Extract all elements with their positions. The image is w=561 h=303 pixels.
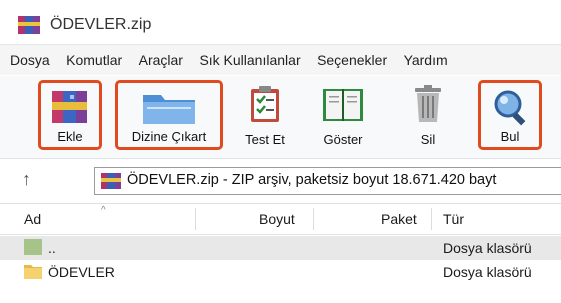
find-button[interactable]: Bul [478, 80, 542, 150]
extract-to-button-label: Dizine Çıkart [131, 129, 207, 144]
menu-item-commands[interactable]: Komutlar [60, 45, 128, 68]
column-divider[interactable] [195, 208, 196, 230]
add-button-label: Ekle [57, 129, 83, 144]
test-button[interactable]: Test Et [235, 80, 295, 150]
column-divider[interactable] [313, 208, 314, 230]
column-divider[interactable] [431, 208, 432, 230]
list-item[interactable]: .. Dosya klasörü [0, 236, 561, 260]
item-name: .. [48, 240, 56, 256]
menu-item-file[interactable]: Dosya [0, 45, 56, 68]
clipboard-check-icon [251, 86, 279, 122]
address-path: ÖDEVLER.zip - ZIP arşiv, paketsiz boyut … [127, 172, 497, 188]
list-item[interactable]: ÖDEVLER Dosya klasörü [0, 260, 561, 284]
magnifier-icon [494, 90, 526, 126]
column-packed[interactable]: Paket [381, 211, 417, 227]
address-field[interactable]: ÖDEVLER.zip - ZIP arşiv, paketsiz boyut … [94, 167, 561, 195]
view-button[interactable]: Göster [305, 80, 381, 150]
item-name: ÖDEVLER [48, 264, 115, 280]
delete-button-label: Sil [420, 132, 436, 147]
menu-bar: Dosya Komutlar Araçlar Sık Kullanılanlar… [0, 45, 561, 75]
extract-to-button[interactable]: Dizine Çıkart [115, 80, 223, 150]
folder-icon [24, 265, 42, 279]
find-button-label: Bul [500, 129, 520, 144]
title-bar: ÖDEVLER.zip [0, 0, 561, 45]
archive-icon [101, 173, 121, 189]
folder-extract-icon [143, 95, 195, 124]
window-title: ÖDEVLER.zip [50, 16, 152, 33]
menu-item-help[interactable]: Yardım [398, 45, 454, 68]
item-type: Dosya klasörü [443, 240, 532, 256]
column-name[interactable]: Ad [24, 211, 41, 227]
sort-caret-icon: ^ [101, 205, 106, 216]
up-arrow-icon[interactable]: ↑ [22, 169, 31, 190]
test-button-label: Test Et [245, 132, 285, 147]
add-archive-icon [52, 91, 87, 123]
column-type[interactable]: Tür [443, 211, 464, 227]
item-type: Dosya klasörü [443, 264, 532, 280]
toolbar: Ekle Dizine Çıkart Test Et Göster Sil Bu… [0, 76, 561, 159]
address-bar: ↑ ÖDEVLER.zip - ZIP arşiv, paketsiz boyu… [0, 159, 561, 204]
winrar-archive-icon [18, 16, 40, 34]
column-size[interactable]: Boyut [259, 211, 295, 227]
menu-item-tools[interactable]: Araçlar [133, 45, 189, 68]
parent-folder-icon [24, 239, 42, 255]
menu-item-favorites[interactable]: Sık Kullanılanlar [193, 45, 306, 68]
add-button[interactable]: Ekle [38, 80, 102, 150]
view-button-label: Göster [323, 132, 363, 147]
menu-item-options[interactable]: Seçenekler [311, 45, 393, 68]
column-header: ^ Ad Boyut Paket Tür [0, 204, 561, 235]
delete-button[interactable]: Sil [398, 80, 458, 150]
trash-icon [415, 85, 441, 122]
book-icon [323, 89, 363, 121]
